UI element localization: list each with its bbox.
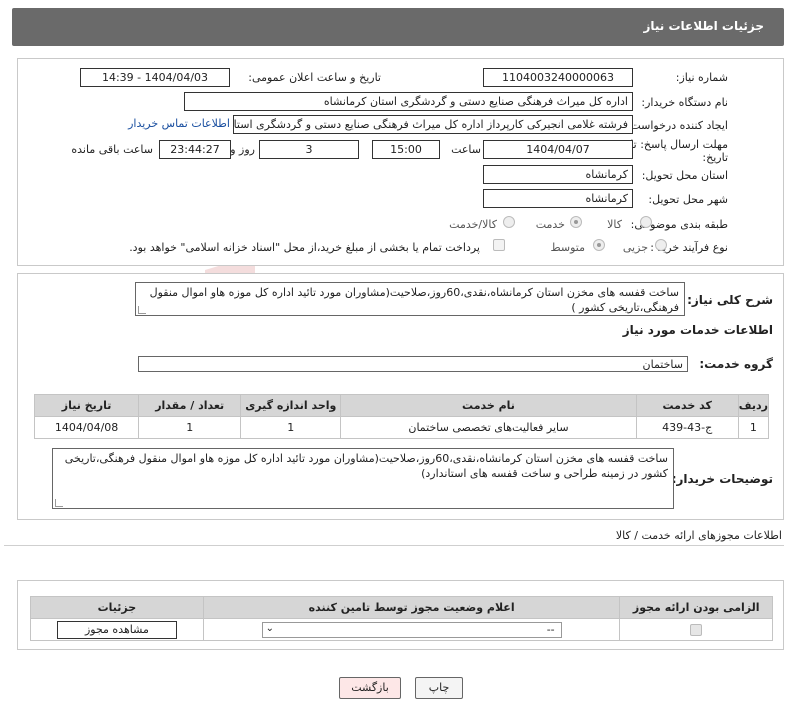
province-field: کرمانشاه <box>483 165 633 184</box>
city-label: شهر محل تحویل: <box>648 193 728 206</box>
col-unit: واحد اندازه گیری <box>240 394 342 417</box>
table-row: -- ⌄ مشاهده مجوز <box>30 618 773 641</box>
cell-code: ج-43-439 <box>635 416 739 439</box>
services-table: ردیف کد خدمت نام خدمت واحد اندازه گیری ت… <box>33 394 770 439</box>
col-code: کد خدمت <box>635 394 739 417</box>
cell-qty: 1 <box>138 416 242 439</box>
col-permit-required: الزامی بودن ارائه مجوز <box>619 596 773 619</box>
deadline-date-field: 1404/04/07 <box>483 140 633 159</box>
category-goods-service-label: کالا/خدمت <box>449 218 497 231</box>
days-field: 3 <box>259 140 359 159</box>
description-text: ساخت قفسه های مخزن استان کرمانشاه،نقدی،6… <box>149 286 679 314</box>
purchase-medium-radio[interactable] <box>593 239 605 251</box>
city-field: کرمانشاه <box>483 189 633 208</box>
view-permit-button[interactable]: مشاهده مجوز <box>56 620 177 639</box>
permits-divider <box>4 545 784 546</box>
deadline-date-label: تاریخ: <box>702 151 728 164</box>
purchase-minor-label: جزیی <box>622 241 648 254</box>
category-service-radio[interactable] <box>570 216 582 228</box>
permits-table: الزامی بودن ارائه مجوز اعلام وضعیت مجوز … <box>30 596 773 641</box>
col-permit-status: اعلام وضعیت مجوز توسط تامین کننده <box>202 596 621 619</box>
creator-field: فرشته غلامی انجیرکی کارپرداز اداره کل می… <box>233 115 633 134</box>
need-number-field: 1104003240000063 <box>483 68 633 87</box>
permit-required-checkbox <box>690 624 703 636</box>
service-group-label: گروه خدمت: <box>699 357 773 371</box>
chevron-down-icon: ⌄ <box>265 622 275 634</box>
days-label: روز و <box>230 143 255 156</box>
cell-unit: 1 <box>240 416 342 439</box>
buyer-contact-link[interactable]: اطلاعات تماس خریدار <box>128 117 230 130</box>
buyer-org-label: نام دستگاه خریدار: <box>641 96 728 109</box>
province-label: استان محل تحویل: <box>641 169 728 182</box>
category-goods-label: کالا <box>607 218 622 231</box>
treasury-checkbox[interactable] <box>493 239 505 251</box>
announce-date-field: 1404/04/03 - 14:39 <box>80 68 230 87</box>
deadline-label: مهلت ارسال پاسخ: تا <box>630 138 728 151</box>
cell-date: 1404/04/08 <box>33 416 140 439</box>
back-button[interactable]: بازگشت <box>339 677 401 699</box>
cell-name: سایر فعالیت‌های تخصصی ساختمان <box>340 416 637 439</box>
category-goods-radio[interactable] <box>640 216 652 228</box>
description-label: شرح کلی نیاز: <box>687 293 773 307</box>
creator-label: ایجاد کننده درخواست: <box>626 119 728 132</box>
service-group-field: ساختمان <box>138 356 688 372</box>
col-name: نام خدمت <box>340 394 637 417</box>
announce-date-label: تاریخ و ساعت اعلان عمومی: <box>248 71 381 84</box>
need-info-panel <box>17 58 784 266</box>
cell-row: 1 <box>737 416 770 439</box>
col-qty: تعداد / مقدار <box>138 394 242 417</box>
permit-status-select[interactable]: -- ⌄ <box>261 621 562 638</box>
remaining-time-label: ساعت باقی مانده <box>71 143 153 156</box>
description-field: ساخت قفسه های مخزن استان کرمانشاه،نقدی،6… <box>135 282 685 316</box>
permit-details-cell: مشاهده مجوز <box>30 618 204 641</box>
col-row: ردیف <box>737 394 770 417</box>
buyer-notes-text: ساخت قفسه های مخزن استان کرمانشاه،نقدی،6… <box>64 452 668 480</box>
category-goods-service-radio[interactable] <box>503 216 515 228</box>
page-title: جزئیات اطلاعات نیاز <box>643 19 764 33</box>
permit-status-value: -- <box>546 622 555 636</box>
permits-section-title: اطلاعات مجوزهای ارائه خدمت / کالا <box>615 529 782 542</box>
buyer-notes-field: ساخت قفسه های مخزن استان کرمانشاه،نقدی،6… <box>52 448 674 509</box>
deadline-time-field: 15:00 <box>372 140 440 159</box>
buyer-notes-resize-handle[interactable] <box>55 499 63 507</box>
print-button[interactable]: چاپ <box>415 677 463 699</box>
col-date: تاریخ نیاز <box>33 394 140 417</box>
col-permit-details: جزئیات <box>30 596 204 619</box>
purchase-minor-radio[interactable] <box>655 239 667 251</box>
purchase-medium-label: متوسط <box>550 241 585 254</box>
page-header: جزئیات اطلاعات نیاز <box>12 8 784 46</box>
buyer-org-field: اداره کل میراث فرهنگی صنایع دستی و گردشگ… <box>184 92 633 111</box>
treasury-note: پرداخت تمام یا بخشی از مبلغ خرید،از محل … <box>129 241 480 254</box>
remaining-time-field: 23:44:27 <box>159 140 231 159</box>
permit-status-cell: -- ⌄ <box>202 618 621 641</box>
permit-required-cell <box>619 618 773 641</box>
description-resize-handle[interactable] <box>138 306 146 314</box>
services-title: اطلاعات خدمات مورد نیاز <box>622 323 773 337</box>
need-number-label: شماره نیاز: <box>675 71 728 84</box>
table-row: 1 ج-43-439 سایر فعالیت‌های تخصصی ساختمان… <box>33 416 770 439</box>
category-service-label: خدمت <box>535 218 565 231</box>
deadline-time-label: ساعت <box>451 143 481 156</box>
buyer-notes-label: توضیحات خریدار: <box>671 472 773 486</box>
